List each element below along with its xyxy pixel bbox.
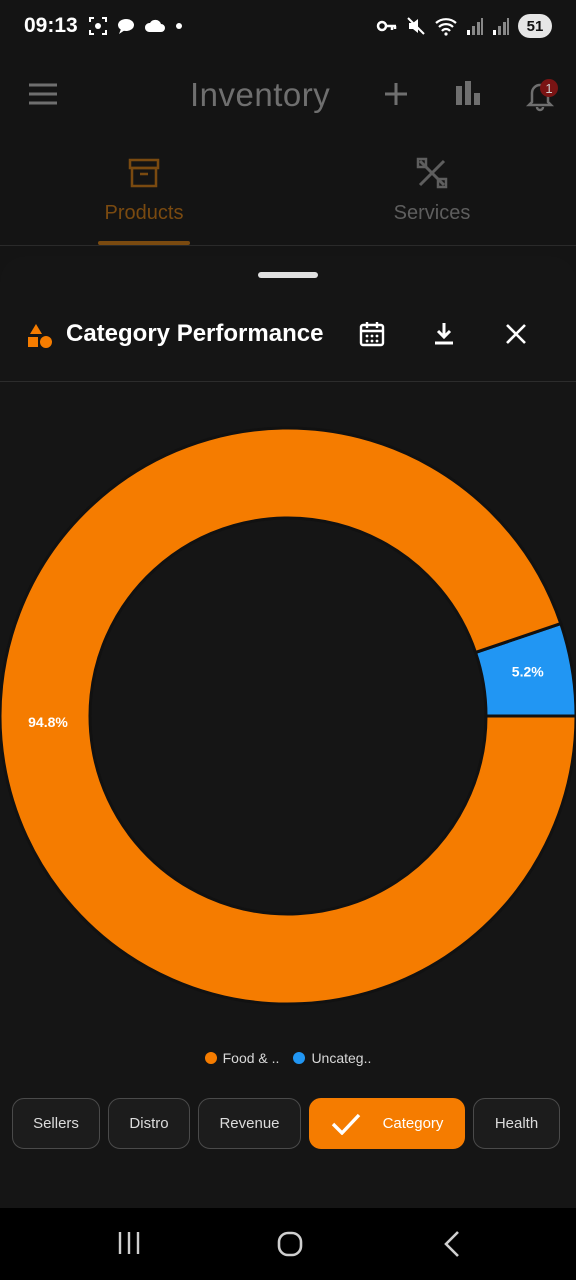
app-title: Inventory <box>190 76 331 113</box>
filter-category[interactable]: Category <box>309 1098 465 1149</box>
sheet-header: Category Performance <box>0 300 576 382</box>
chart-legend: Food & .. Uncateg.. <box>0 1050 576 1066</box>
calendar-icon[interactable] <box>358 320 386 348</box>
tools-icon <box>416 157 448 189</box>
donut-chart: 5.2% 94.8% <box>0 426 576 1006</box>
filter-sellers[interactable]: Sellers <box>12 1098 100 1149</box>
legend-swatch <box>293 1052 306 1064</box>
recent-apps-icon[interactable] <box>116 1230 142 1256</box>
home-icon[interactable] <box>276 1230 304 1258</box>
wifi-icon <box>435 18 457 36</box>
slice-label: 94.8% <box>28 714 68 730</box>
archive-box-icon <box>128 158 160 188</box>
menu-icon[interactable] <box>28 82 58 106</box>
filter-category-label: Category <box>382 1115 444 1132</box>
legend-item: Food & .. <box>204 1050 280 1066</box>
notification-badge-count: 1 <box>545 81 552 96</box>
filter-chips: Sellers Distro Revenue Category Health <box>12 1098 560 1149</box>
tab-bar: Products Services <box>0 150 576 246</box>
tab-products-label: Products <box>104 202 184 224</box>
signal-icon <box>493 18 509 35</box>
back-icon[interactable] <box>440 1230 464 1258</box>
bar-chart-icon[interactable] <box>455 80 481 106</box>
battery-indicator: 51 <box>518 14 552 38</box>
tab-services[interactable]: Services <box>332 150 532 225</box>
filter-revenue[interactable]: Revenue <box>198 1098 301 1149</box>
legend-swatch <box>204 1052 217 1064</box>
legend-label: Food & .. <box>222 1050 280 1066</box>
app-bar: Inventory 1 <box>0 60 576 130</box>
drag-handle[interactable] <box>258 272 318 278</box>
chart-area: 5.2% 94.8% <box>0 382 576 1032</box>
tab-products[interactable]: Products <box>44 150 244 225</box>
close-icon[interactable] <box>504 322 528 346</box>
legend-item: Uncateg.. <box>293 1050 371 1066</box>
signal-icon <box>467 18 483 35</box>
legend-label: Uncateg.. <box>311 1050 372 1066</box>
status-left-icons <box>88 16 184 36</box>
category-shapes-icon <box>28 324 52 348</box>
system-nav-bar <box>0 1208 576 1280</box>
category-performance-sheet: Category Performance 5.2% 94.8% Food & ..… <box>0 256 576 1208</box>
filter-distro[interactable]: Distro <box>108 1098 190 1149</box>
tab-indicator <box>98 241 190 245</box>
dot-icon <box>176 23 182 29</box>
slice-label: 5.2% <box>512 663 544 679</box>
screenshot-icon <box>89 17 107 35</box>
filter-health[interactable]: Health <box>473 1098 560 1149</box>
status-time: 09:13 <box>24 14 78 37</box>
add-icon[interactable] <box>384 82 408 106</box>
status-bar: 09:13 51 <box>0 0 576 56</box>
tab-services-label: Services <box>393 202 471 224</box>
bell-icon[interactable]: 1 <box>524 78 558 112</box>
download-icon[interactable] <box>430 320 458 348</box>
mute-icon <box>407 17 425 35</box>
sheet-title: Category Performance <box>66 320 324 347</box>
cloud-icon <box>144 19 165 32</box>
chat-bubble-icon <box>118 19 134 34</box>
status-right-icons: 51 <box>376 14 552 38</box>
key-icon <box>376 20 397 32</box>
donut-slice[interactable] <box>0 426 576 1006</box>
check-icon <box>331 1113 360 1135</box>
